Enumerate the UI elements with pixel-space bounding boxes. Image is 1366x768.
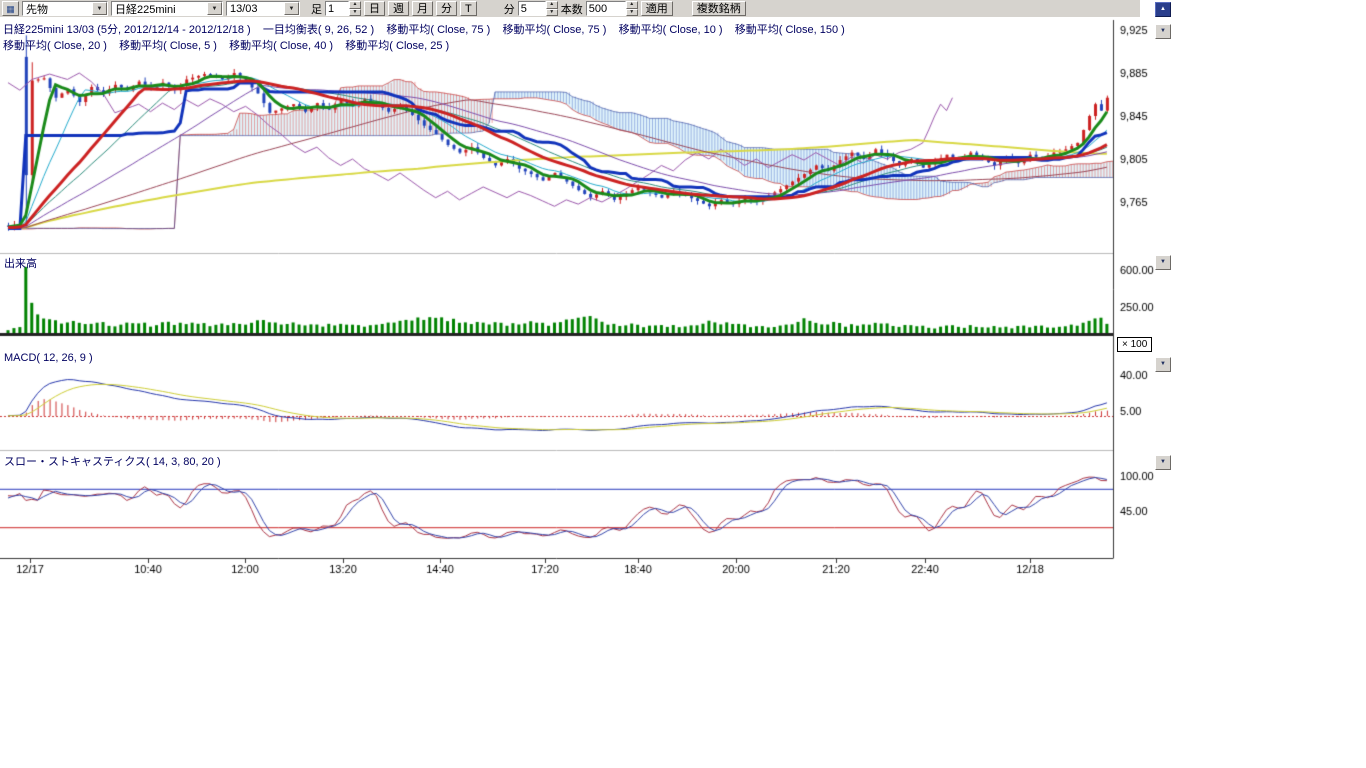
period-tick-button[interactable]: T: [460, 1, 477, 16]
down-arrow-icon: ▼: [1160, 259, 1166, 265]
volume-panel-label: 出来高: [4, 255, 37, 271]
chart-grid-icon-button[interactable]: ▦: [2, 1, 19, 16]
chevron-down-icon[interactable]: ▼: [284, 2, 299, 15]
symbol-select[interactable]: 日経225mini ▼: [111, 1, 223, 16]
spinner-up-icon[interactable]: ▲: [349, 1, 361, 9]
spinner-up-icon[interactable]: ▲: [626, 1, 638, 9]
spinner-up-icon[interactable]: ▲: [546, 1, 558, 9]
chart-header-line1: 日経225mini 13/03 (5分, 2012/12/14 - 2012/1…: [3, 21, 845, 37]
up-arrow-icon: ▲: [1160, 6, 1166, 12]
contract-month-select[interactable]: 13/03 ▼: [226, 1, 300, 16]
symbol-select-value: 日経225mini: [115, 1, 207, 17]
stochastics-panel-label: スロー・ストキャスティクス( 14, 3, 80, 20 ): [4, 453, 221, 469]
toolbar: ▦ 先物 ▼ 日経225mini ▼ 13/03 ▼ 足 ▲▼ 日 週 月 分 …: [0, 0, 1140, 17]
period-month-button[interactable]: 月: [412, 1, 433, 16]
minutes-input[interactable]: [518, 1, 546, 16]
down-arrow-icon: ▼: [1160, 459, 1166, 465]
spinner-down-icon[interactable]: ▼: [349, 9, 361, 17]
chart-header-line2: 移動平均( Close, 20 ) 移動平均( Close, 5 ) 移動平均(…: [3, 37, 449, 53]
macd-panel-label: MACD( 12, 26, 9 ): [4, 352, 93, 364]
volume-axis-scale-button[interactable]: ▼: [1155, 255, 1171, 270]
period-week-button[interactable]: 週: [388, 1, 409, 16]
grid-icon: ▦: [6, 4, 15, 14]
macd-multiplier-badge: × 100: [1117, 337, 1152, 352]
stoch-axis-scale-button[interactable]: ▼: [1155, 455, 1171, 470]
period-minute-button[interactable]: 分: [436, 1, 457, 16]
minutes-label: 分: [504, 1, 515, 17]
spinner-down-icon[interactable]: ▼: [546, 9, 558, 17]
chart-canvas[interactable]: [0, 17, 1176, 592]
bar-count-label: 本数: [561, 1, 583, 17]
contract-month-value: 13/03: [230, 3, 284, 15]
down-arrow-icon: ▼: [1160, 28, 1166, 34]
macd-axis-scale-button[interactable]: ▼: [1155, 357, 1171, 372]
period-day-button[interactable]: 日: [364, 1, 385, 16]
market-select-value: 先物: [26, 1, 92, 17]
bar-interval-input[interactable]: [325, 1, 349, 16]
bar-interval-spinner: ▲▼: [325, 1, 361, 16]
spinner-down-icon[interactable]: ▼: [626, 9, 638, 17]
bar-count-spinner: ▲▼: [586, 1, 638, 16]
chevron-down-icon[interactable]: ▼: [207, 2, 222, 15]
chevron-down-icon[interactable]: ▼: [92, 2, 107, 15]
scroll-up-button[interactable]: ▲: [1155, 2, 1171, 17]
price-axis-scale-button[interactable]: ▼: [1155, 24, 1171, 39]
minutes-spinner: ▲▼: [518, 1, 558, 16]
bar-type-label: 足: [311, 1, 322, 17]
down-arrow-icon: ▼: [1160, 361, 1166, 367]
apply-button[interactable]: 適用: [641, 1, 673, 16]
multi-symbol-button[interactable]: 複数銘柄: [692, 1, 746, 16]
bar-count-input[interactable]: [586, 1, 626, 16]
market-select[interactable]: 先物 ▼: [22, 1, 108, 16]
